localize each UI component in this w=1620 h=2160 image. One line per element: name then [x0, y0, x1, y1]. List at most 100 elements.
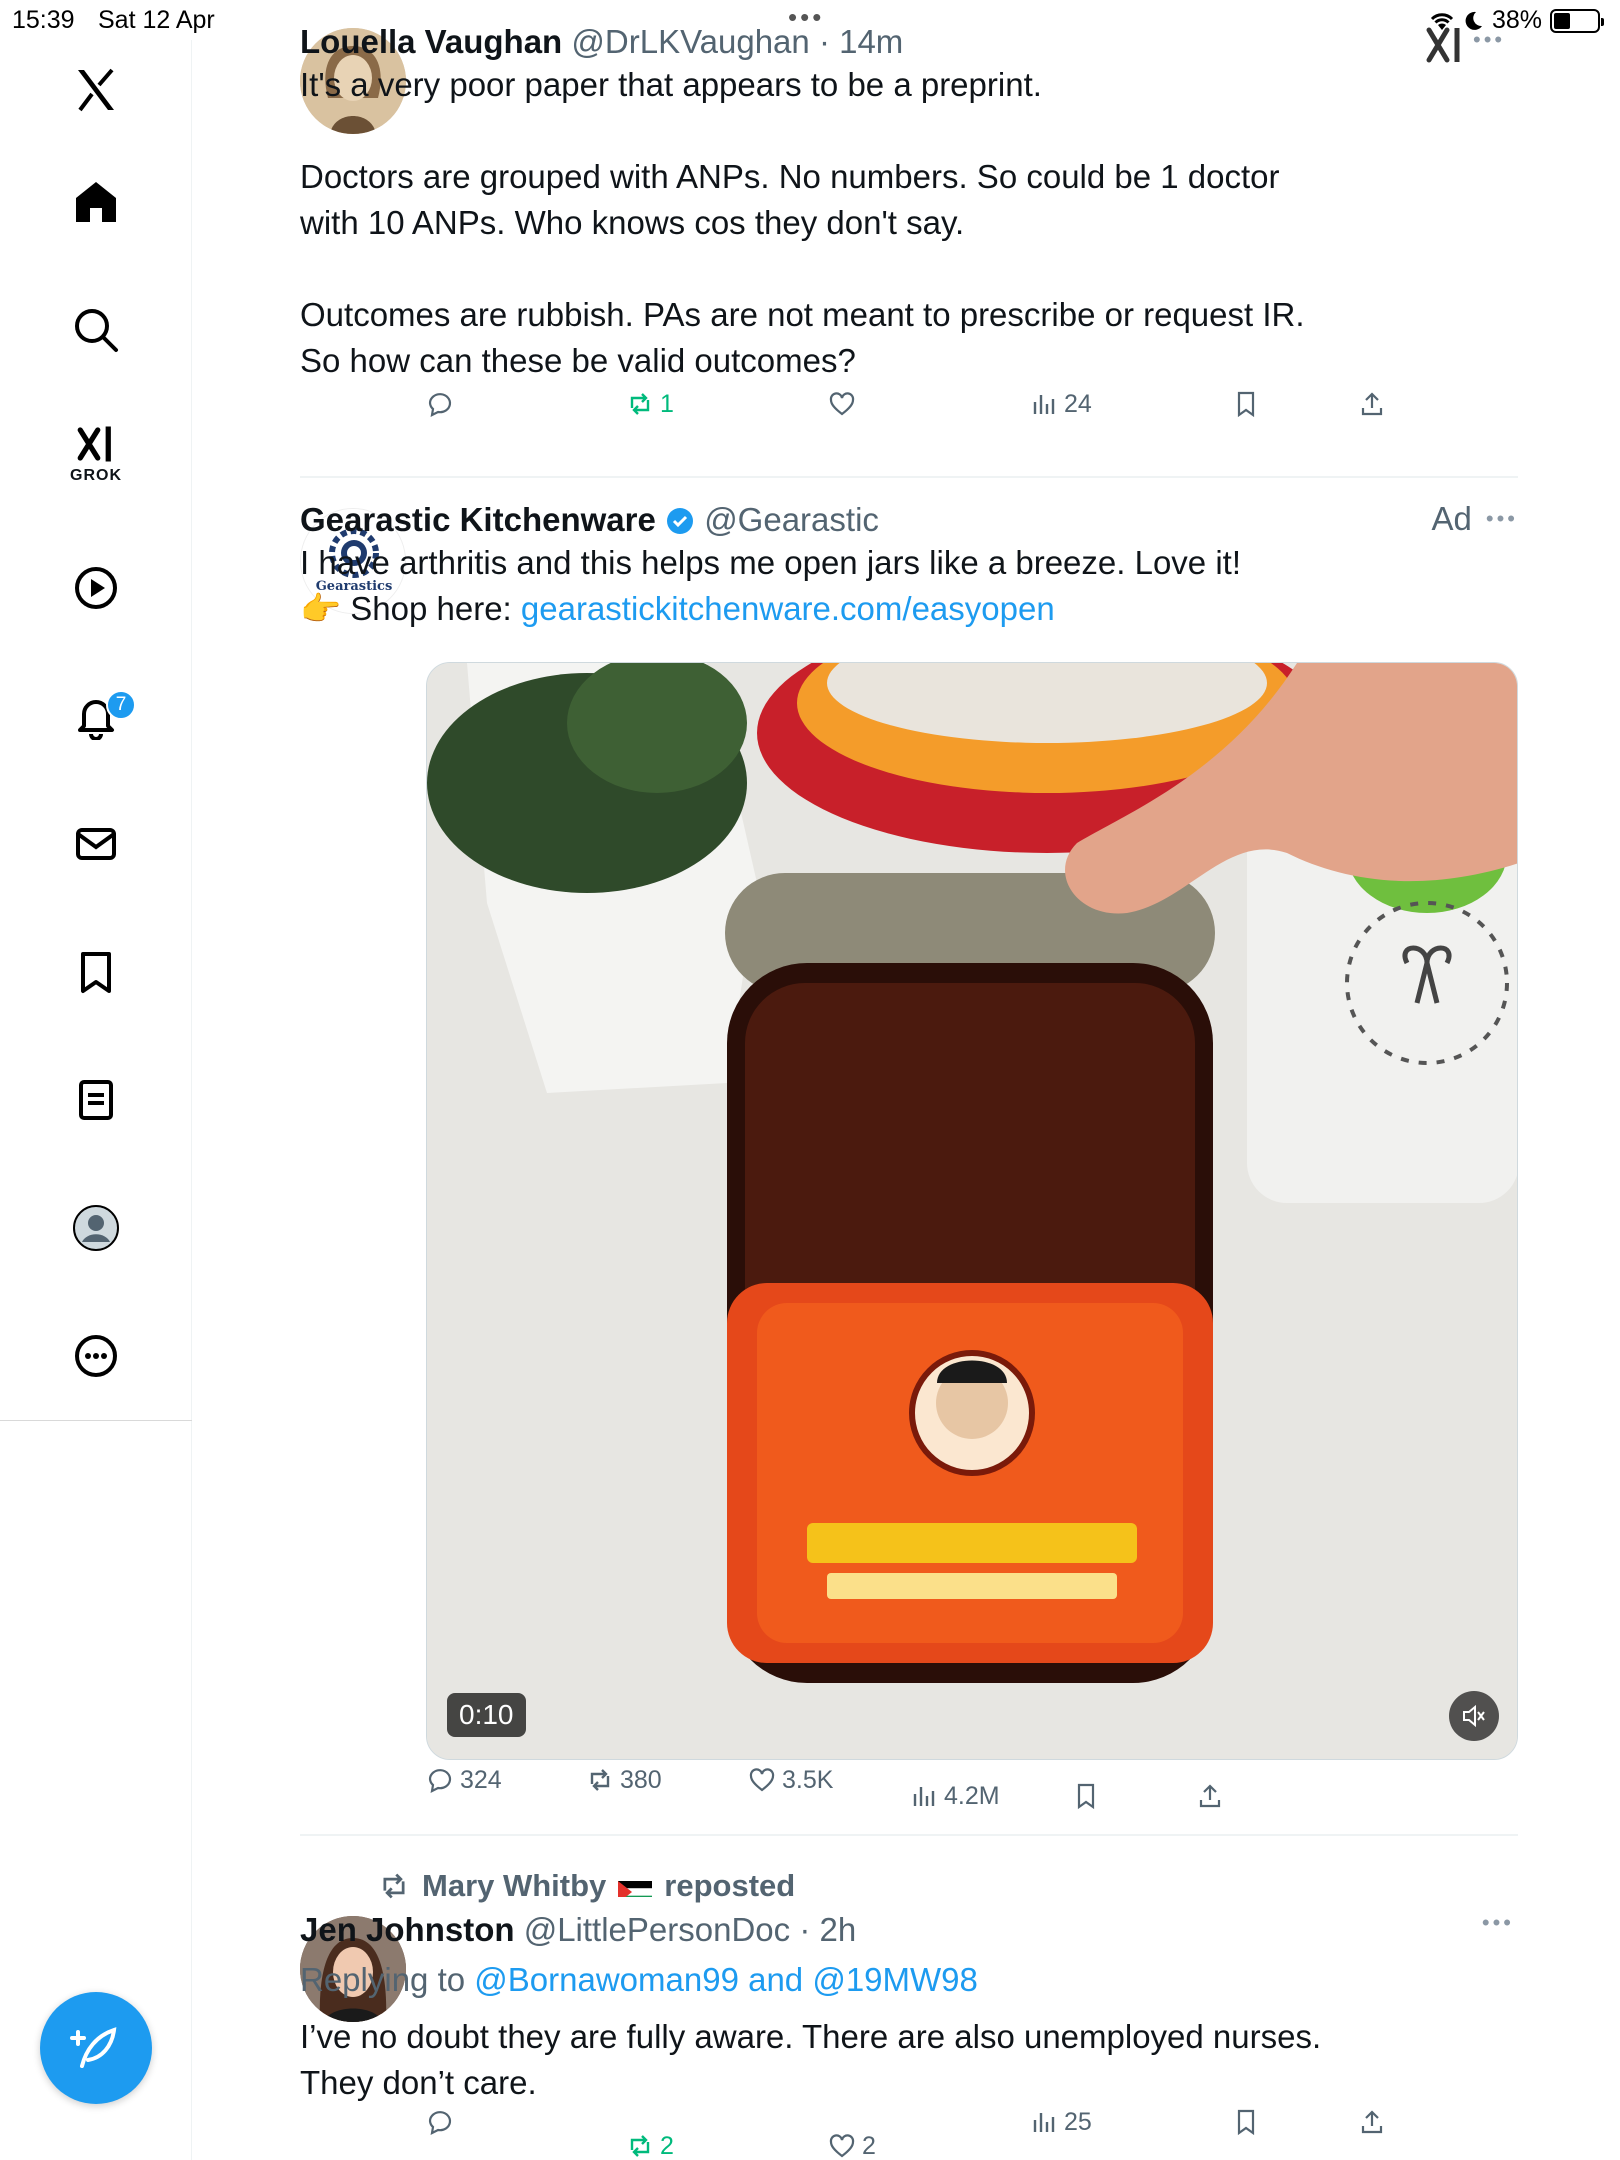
share-button[interactable]: [1358, 384, 1386, 424]
grok-icon[interactable]: GROK: [56, 414, 136, 494]
repost-icon: [630, 2135, 650, 2157]
tweet-line: 👉 Shop here: gearastickitchenware.com/ea…: [300, 586, 1518, 632]
share-button[interactable]: [1196, 1776, 1224, 1816]
like-button[interactable]: 2: [828, 2126, 876, 2160]
tweet-text: I’ve no doubt they are fully aware. Ther…: [300, 2014, 1518, 2106]
views-count: 24: [1064, 389, 1092, 418]
like-count: 3.5K: [782, 1765, 834, 1794]
author-handle[interactable]: @DrLKVaughan: [571, 23, 809, 60]
views-count: 25: [1064, 2107, 1092, 2136]
like-count: 2: [862, 2131, 876, 2160]
repost-button[interactable]: 380: [586, 1760, 662, 1800]
bookmark-button[interactable]: [1072, 1776, 1100, 1816]
author-name[interactable]: Jen Johnston: [300, 1911, 515, 1948]
repost-context: Mary Whitby reposted: [378, 1868, 795, 1904]
tweet-header: Gearastic Kitchenware @Gearastic: [300, 500, 1518, 540]
tweet-content: Gearastic Kitchenware @Gearastic Ad ••• …: [300, 500, 1518, 632]
profile-avatar-icon[interactable]: [56, 1188, 136, 1268]
x-logo-icon[interactable]: [56, 50, 136, 130]
palestine-flag-icon: [618, 1875, 653, 1897]
battery-icon: [1550, 8, 1604, 33]
views-button[interactable]: 24: [1030, 384, 1092, 424]
shop-prefix: Shop here:: [350, 590, 512, 627]
bookmark-button[interactable]: [1232, 2102, 1260, 2142]
tweet-line: I have arthritis and this helps me open …: [300, 544, 1241, 581]
tweet-line: So how can these be valid outcomes?: [300, 342, 856, 379]
repost-count: 380: [620, 1765, 662, 1794]
like-button[interactable]: [828, 384, 856, 424]
tweet-line: Doctors are grouped with ANPs. No number…: [300, 158, 1280, 195]
share-button[interactable]: [1358, 2102, 1386, 2142]
author-name[interactable]: Gearastic Kitchenware: [300, 501, 656, 538]
tweet-content: Jen Johnston @LittlePersonDoc · 2h ••• R…: [300, 1910, 1518, 2106]
heart-icon: [829, 2134, 855, 2158]
more-circle-icon[interactable]: [56, 1316, 136, 1396]
bookmark-icon: [1237, 391, 1255, 418]
bookmark-icon: [1077, 1783, 1095, 1810]
share-icon: [1361, 392, 1383, 416]
share-icon: [1361, 2110, 1383, 2134]
tweet-text: I have arthritis and this helps me open …: [300, 540, 1518, 632]
mute-button[interactable]: [1449, 1691, 1499, 1741]
views-button[interactable]: 25: [1030, 2102, 1092, 2142]
compose-post-button[interactable]: [40, 1992, 152, 2104]
status-date: Sat 12 Apr: [98, 6, 215, 34]
post-time[interactable]: · 2h: [799, 1911, 856, 1948]
tweet-header: Louella Vaughan @DrLKVaughan · 14m: [300, 22, 1518, 62]
play-circle-icon[interactable]: [56, 548, 136, 628]
reply-count: 324: [460, 1765, 502, 1794]
views-bar-icon: [1033, 2113, 1055, 2132]
grok-label: GROK: [70, 467, 122, 484]
mute-speaker-icon: [1463, 1704, 1485, 1728]
author-handle[interactable]: @LittlePersonDoc: [524, 1911, 790, 1948]
replying-prefix: Replying to: [300, 1961, 466, 1998]
heart-icon: [749, 1768, 775, 1792]
mail-icon[interactable]: [56, 804, 136, 884]
video-frame: [427, 663, 1517, 1759]
reposted-by-name[interactable]: Mary Whitby: [422, 1868, 606, 1904]
bookmark-icon: [1237, 2109, 1255, 2136]
tweet-text: It's a very poor paper that appears to b…: [300, 62, 1518, 384]
replying-to: Replying to @Bornawoman99 and @19MW98: [300, 1960, 1518, 2000]
bell-icon[interactable]: 7: [56, 676, 136, 756]
repost-button[interactable]: 2: [626, 2126, 674, 2160]
tweet-line: with 10 ANPs. Who knows cos they don't s…: [300, 204, 965, 241]
home-icon[interactable]: [56, 162, 136, 242]
reply-button[interactable]: [426, 384, 454, 424]
ad-video[interactable]: 0:10: [426, 662, 1518, 1760]
more-options-icon[interactable]: •••: [1482, 1910, 1514, 1936]
views-bar-icon: [913, 1787, 935, 1806]
reply-icon: [428, 1769, 452, 1793]
repost-button[interactable]: 1: [626, 384, 674, 424]
replying-to-handles[interactable]: @Bornawoman99 and @19MW98: [474, 1961, 978, 1998]
share-icon: [1199, 1784, 1221, 1808]
tweet-line: It's a very poor paper that appears to b…: [300, 66, 1042, 103]
post-time[interactable]: · 14m: [819, 23, 903, 60]
heart-icon: [829, 392, 855, 416]
repost-icon: [383, 1873, 405, 1899]
like-button[interactable]: 3.5K: [748, 1760, 833, 1800]
compose-feather-icon: [70, 2027, 117, 2068]
verified-badge-icon: [667, 508, 694, 534]
more-options-icon[interactable]: •••: [1486, 506, 1518, 532]
status-time: 15:39: [12, 6, 75, 34]
author-handle[interactable]: @Gearastic: [704, 501, 879, 538]
bookmark-icon[interactable]: [56, 932, 136, 1012]
bookmark-button[interactable]: [1232, 384, 1260, 424]
views-bar-icon: [1033, 395, 1055, 414]
author-name[interactable]: Louella Vaughan: [300, 23, 562, 60]
reply-button[interactable]: 324: [426, 1760, 502, 1800]
shop-link[interactable]: gearastickitchenware.com/easyopen: [521, 590, 1055, 627]
reply-button[interactable]: [426, 2102, 454, 2142]
views-button[interactable]: 4.2M: [910, 1776, 1000, 1816]
repost-count: 2: [660, 2131, 674, 2160]
tweet-content: Louella Vaughan @DrLKVaughan · 14m It's …: [300, 22, 1518, 384]
tweet-line: Outcomes are rubbish. PAs are not meant …: [300, 296, 1305, 333]
tweet-line: [300, 108, 1518, 154]
search-icon[interactable]: [56, 290, 136, 370]
reply-icon: [428, 2111, 452, 2135]
list-icon[interactable]: [56, 1060, 136, 1140]
views-count: 4.2M: [944, 1781, 1000, 1810]
reposted-label: reposted: [664, 1868, 796, 1903]
video-duration: 0:10: [447, 1693, 526, 1737]
